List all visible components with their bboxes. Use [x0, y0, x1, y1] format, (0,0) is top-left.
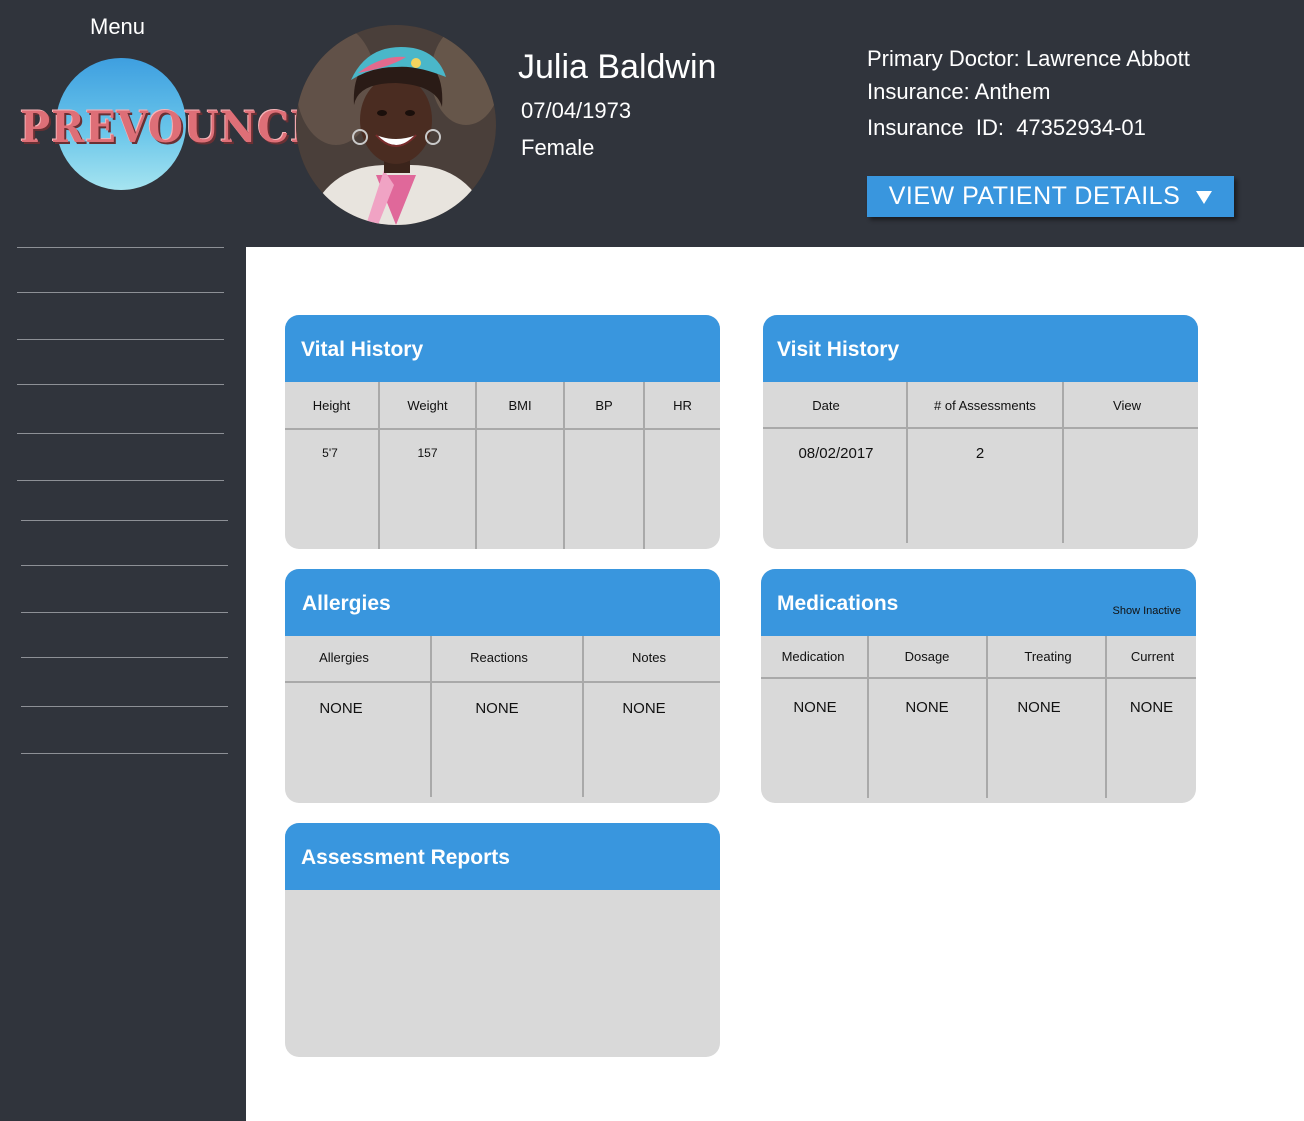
- allergies-header: Allergies: [285, 569, 720, 636]
- assessment-reports-card: Assessment Reports: [285, 823, 720, 1057]
- sidebar-menu-item[interactable]: [21, 657, 228, 658]
- view-patient-details-button[interactable]: VIEW PATIENT DETAILS: [867, 176, 1234, 217]
- patient-dob: 07/04/1973: [521, 98, 632, 123]
- sidebar-menu-item[interactable]: [21, 706, 228, 707]
- visit-history-title: Visit History: [777, 338, 900, 361]
- table-divider: [763, 427, 1198, 429]
- table-divider: [285, 428, 720, 430]
- table-cell: NONE: [1017, 699, 1061, 716]
- column-header: Dosage: [904, 649, 950, 664]
- table-cell: NONE: [1129, 699, 1174, 716]
- insurance-label: Insurance:: [867, 79, 970, 104]
- visit-history-card: Visit History Date # of Assessments View…: [763, 315, 1198, 549]
- column-header: Date: [812, 398, 840, 413]
- assessment-reports-header: Assessment Reports: [285, 823, 720, 890]
- patient-name: Julia Baldwin: [518, 48, 717, 86]
- column-header: Treating: [1024, 649, 1072, 664]
- sidebar-menu-item[interactable]: [21, 565, 228, 566]
- column-header: Weight: [407, 398, 448, 413]
- allergies-card: Allergies Allergies Reactions Notes NONE…: [285, 569, 720, 803]
- patient-sex: Female: [521, 135, 595, 160]
- column-header: # of Assessments: [934, 398, 1036, 413]
- medications-title: Medications: [777, 592, 899, 615]
- table-cell: NONE: [793, 699, 837, 716]
- sidebar: Menu PREVOUNCE: [0, 0, 321, 1121]
- table-cell[interactable]: 08/02/2017: [763, 445, 909, 462]
- sidebar-menu-item[interactable]: [17, 292, 224, 293]
- primary-doctor-value: Lawrence Abbott: [1025, 46, 1190, 71]
- column-header: Reactions: [470, 650, 528, 665]
- column-header: Allergies: [319, 650, 369, 665]
- sidebar-menu-item[interactable]: [21, 520, 228, 521]
- visit-history-header: Visit History: [763, 315, 1198, 382]
- insurance-id-row: Insurance ID: 47352934-01: [867, 115, 1146, 141]
- insurance-value: Anthem: [974, 79, 1051, 104]
- medications-header: Medications Show Inactive: [761, 569, 1196, 636]
- table-cell: 157: [417, 446, 438, 460]
- patient-photo: [296, 25, 496, 225]
- column-header: BMI: [508, 398, 532, 413]
- table-cell: NONE: [475, 700, 519, 717]
- patient-avatar: [296, 25, 496, 225]
- column-header: Medication: [781, 649, 845, 664]
- chevron-down-icon: [1196, 191, 1213, 204]
- sidebar-menu-item[interactable]: [17, 433, 224, 434]
- menu-label[interactable]: Menu: [90, 14, 145, 40]
- table-cell: 2: [975, 445, 985, 462]
- table-cell: 5'7: [322, 446, 338, 460]
- table-divider: [285, 681, 720, 683]
- column-header: Notes: [632, 650, 666, 665]
- table-divider: [761, 677, 1196, 679]
- column-header: Height: [312, 398, 351, 413]
- allergies-title: Allergies: [302, 592, 391, 615]
- primary-doctor-row: Primary Doctor: Lawrence Abbott: [867, 46, 1190, 72]
- sidebar-menu-item[interactable]: [17, 480, 224, 481]
- assessment-reports-title: Assessment Reports: [301, 846, 510, 869]
- vital-history-header: Vital History: [285, 315, 720, 382]
- column-header: Current: [1130, 649, 1175, 664]
- sidebar-menu-item[interactable]: [21, 612, 228, 613]
- column-header: BP: [595, 398, 613, 413]
- vital-history-card: Vital History Height Weight BMI BP HR 5'…: [285, 315, 720, 549]
- medications-card: Medications Show Inactive Medication Dos…: [761, 569, 1196, 803]
- sidebar-menu-item[interactable]: [17, 339, 224, 340]
- primary-doctor-label: Primary Doctor:: [867, 46, 1020, 71]
- table-cell: NONE: [622, 700, 666, 717]
- insurance-row: Insurance: Anthem: [867, 79, 1050, 105]
- column-header: View: [1113, 398, 1141, 413]
- sidebar-menu-item[interactable]: [17, 247, 224, 248]
- table-cell: NONE: [905, 699, 949, 716]
- vital-history-title: Vital History: [301, 338, 424, 361]
- column-header: HR: [673, 398, 692, 413]
- show-inactive-link[interactable]: Show Inactive: [1113, 605, 1181, 617]
- sidebar-menu-item[interactable]: [17, 384, 224, 385]
- table-cell: NONE: [319, 700, 363, 717]
- insurance-id-value: 47352934-01: [1016, 115, 1146, 140]
- sidebar-menu-item[interactable]: [21, 753, 228, 754]
- app-logo[interactable]: PREVOUNCE: [20, 102, 321, 153]
- view-patient-details-label: VIEW PATIENT DETAILS: [888, 182, 1181, 210]
- insurance-id-label: Insurance ID:: [867, 115, 1004, 140]
